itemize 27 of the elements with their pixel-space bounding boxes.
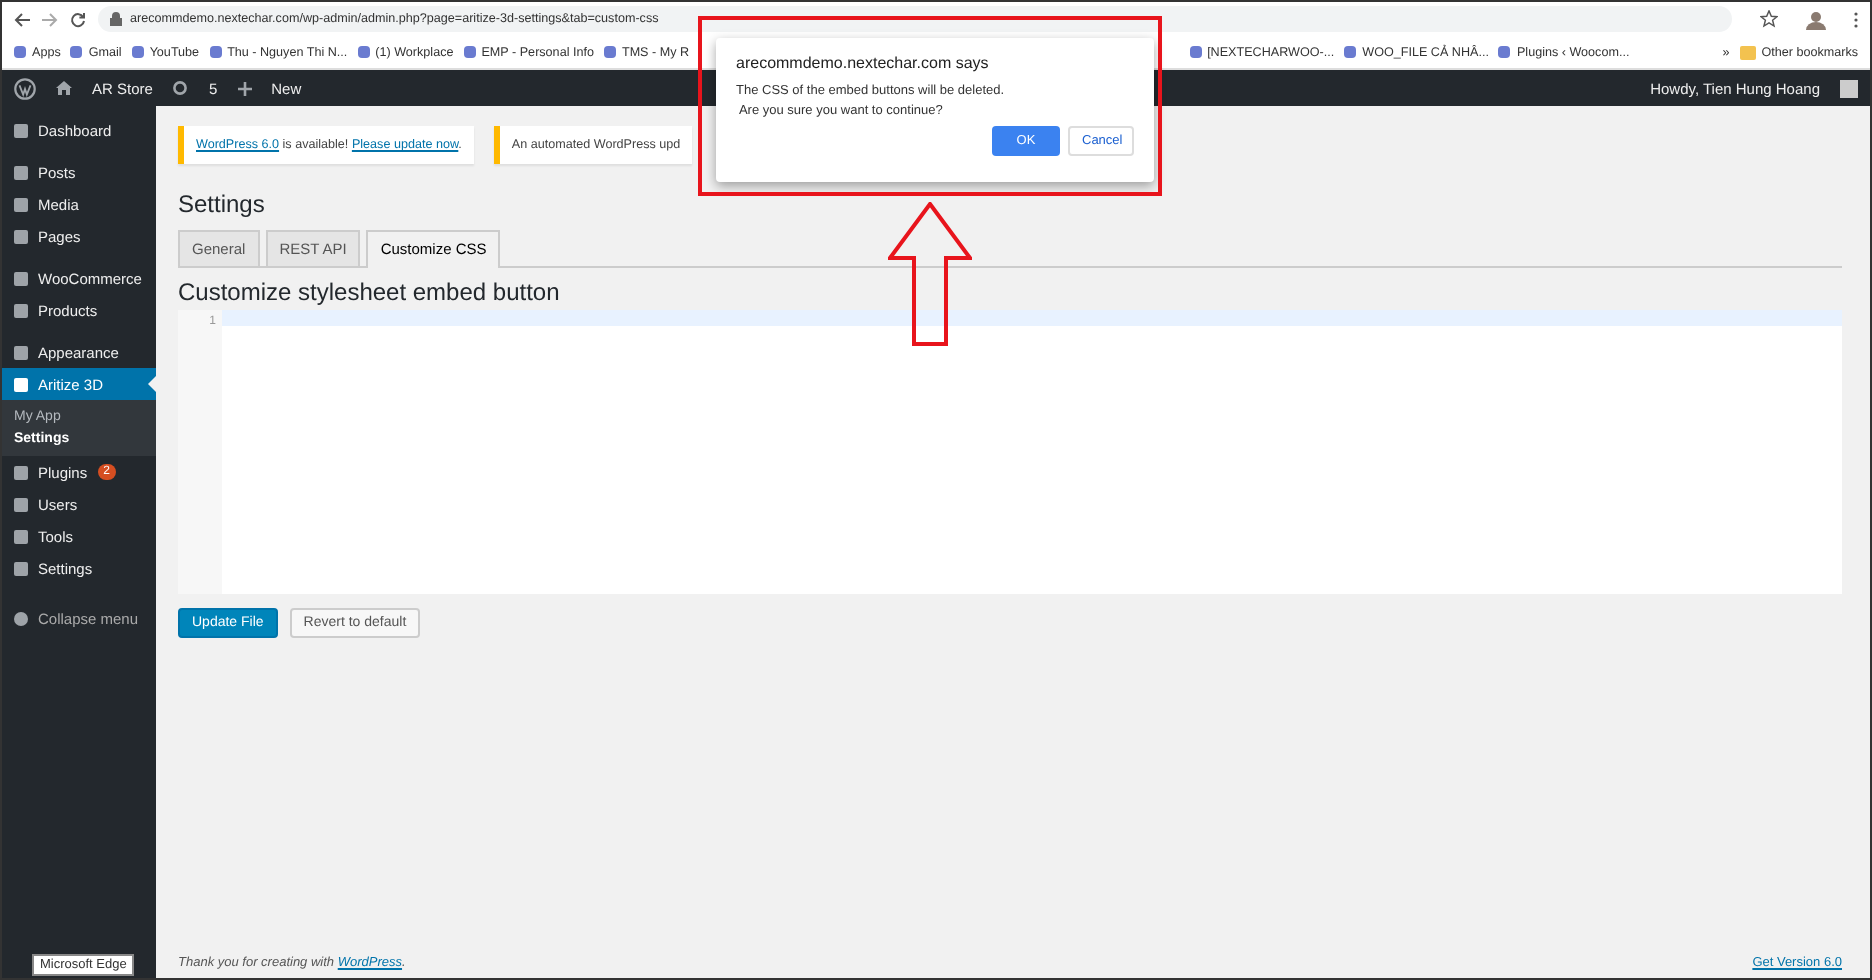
square-icon	[14, 561, 28, 575]
reload-icon[interactable]	[70, 11, 86, 27]
refresh-icon[interactable]	[172, 80, 189, 96]
lock-icon	[110, 12, 122, 26]
dialog-title: arecommdemo.nextechar.com says	[736, 54, 991, 72]
square-icon	[14, 165, 28, 179]
wordpress-logo-icon[interactable]	[14, 77, 36, 99]
home-icon[interactable]	[56, 80, 72, 96]
page-title: Settings	[178, 190, 267, 218]
avatar-icon[interactable]	[1806, 9, 1826, 29]
plus-icon[interactable]	[237, 81, 252, 95]
square-icon	[14, 529, 28, 543]
square-icon	[14, 271, 28, 285]
square-icon	[14, 497, 28, 511]
circle-icon	[14, 611, 28, 625]
square-icon	[14, 465, 28, 479]
back-icon[interactable]	[14, 11, 30, 27]
square-icon	[14, 345, 28, 359]
square-icon	[14, 123, 28, 137]
up-arrow-drawing	[888, 202, 972, 346]
avatar-icon	[1840, 79, 1858, 97]
square-icon	[14, 303, 28, 317]
square-icon	[14, 197, 28, 211]
star-icon[interactable]	[1760, 10, 1778, 28]
square-icon	[14, 229, 28, 243]
square-icon	[14, 377, 28, 391]
section-heading: Customize stylesheet embed button	[178, 278, 562, 306]
